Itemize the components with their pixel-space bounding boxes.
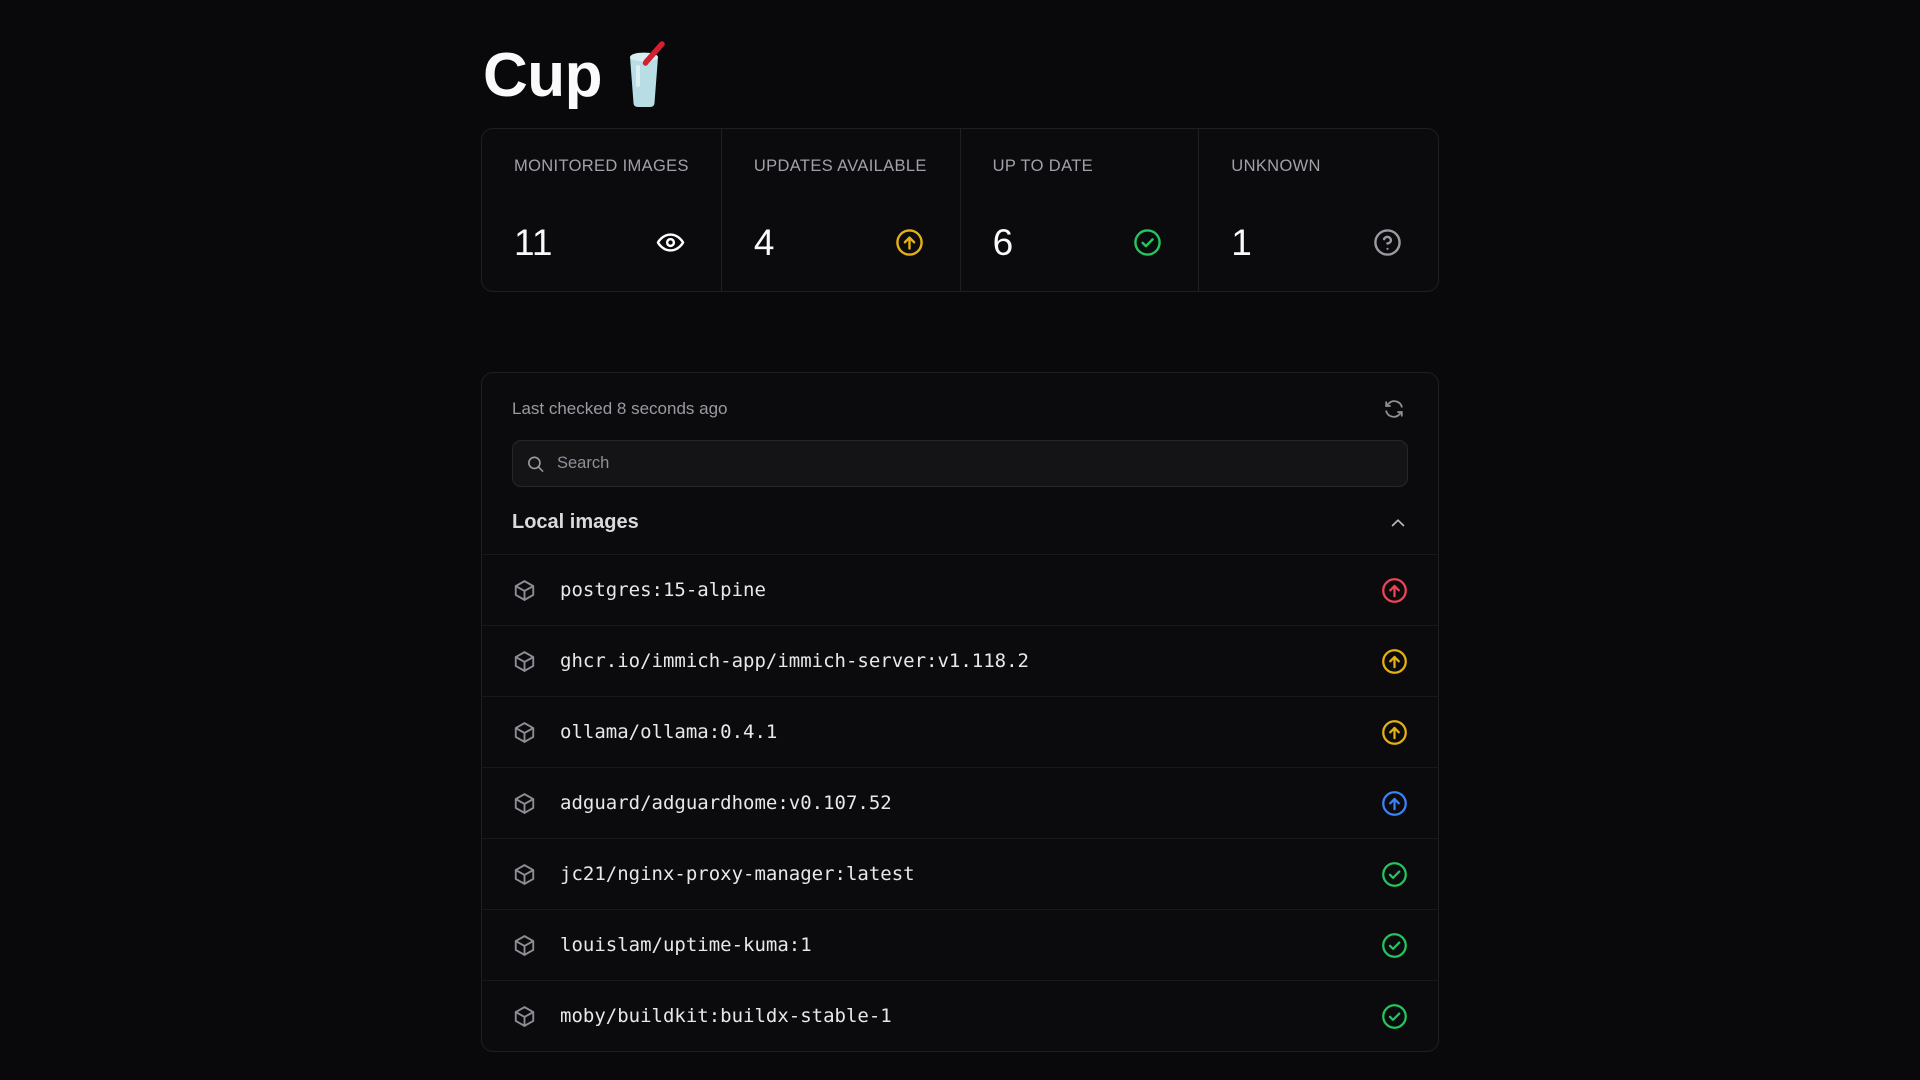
stat-body: 11 [514,224,689,261]
panel-top: Last checked 8 seconds ago [482,373,1438,487]
app-header: Cup [481,28,1439,124]
app-root: Cup MONITORED IMAGES 11 UPDATES AVAILABL… [0,0,1920,1080]
page-title: Cup [483,41,603,110]
circle-check-icon[interactable] [1381,1003,1408,1030]
refresh-button[interactable] [1380,395,1408,423]
image-name: postgres:15-alpine [560,579,766,601]
image-name: louislam/uptime-kuma:1 [560,934,812,956]
circle-arrow-up-icon[interactable] [1381,648,1408,675]
group-title: Local images [512,511,639,533]
box-icon [512,649,537,674]
box-icon [512,1004,537,1029]
box-icon [512,578,537,603]
image-row-1[interactable]: ghcr.io/immich-app/immich-server:v1.118.… [482,625,1438,696]
cup-with-straw-emoji-icon [616,41,672,111]
page-container: Cup MONITORED IMAGES 11 UPDATES AVAILABL… [481,0,1439,1052]
panel-top-row: Last checked 8 seconds ago [512,395,1408,423]
circle-arrow-up-icon[interactable] [1381,790,1408,817]
stat-card-up-to-date: UP TO DATE 6 [961,129,1200,291]
group-header-local-images[interactable]: Local images [482,487,1438,554]
stat-label: MONITORED IMAGES [514,157,689,175]
image-name: jc21/nginx-proxy-manager:latest [560,863,915,885]
box-icon [512,862,537,887]
stat-label: UP TO DATE [992,157,1093,175]
stat-label: UNKNOWN [1231,157,1321,175]
stat-card-updates-available: UPDATES AVAILABLE 4 [722,129,961,291]
image-row-2[interactable]: ollama/ollama:0.4.1 [482,696,1438,767]
circle-check-icon[interactable] [1381,861,1408,888]
circle-check-icon[interactable] [1381,932,1408,959]
image-row-6[interactable]: moby/buildkit:buildx-stable-1 [482,980,1438,1051]
stat-value: 1 [1231,222,1252,263]
stat-card-monitored-images: MONITORED IMAGES 11 [482,129,722,291]
circle-arrow-up-icon[interactable] [1381,577,1408,604]
stats-row: MONITORED IMAGES 11 UPDATES AVAILABLE 4 [481,128,1439,292]
image-name: ollama/ollama:0.4.1 [560,721,778,743]
image-row-5[interactable]: louislam/uptime-kuma:1 [482,909,1438,980]
image-row-3[interactable]: adguard/adguardhome:v0.107.52 [482,767,1438,838]
stat-card-unknown: UNKNOWN 1 [1199,129,1438,291]
image-name: moby/buildkit:buildx-stable-1 [560,1005,892,1027]
search-input[interactable] [512,440,1408,487]
stat-body: 6 [993,224,1167,261]
search-wrapper [512,440,1408,487]
stat-value: 4 [753,222,775,263]
last-checked-label: Last checked 8 seconds ago [512,399,728,418]
image-row-4[interactable]: jc21/nginx-proxy-manager:latest [482,838,1438,909]
circle-question-icon [1373,228,1402,257]
circle-check-icon [1133,228,1162,257]
circle-arrow-up-icon [895,228,924,257]
refresh-icon [1383,398,1405,420]
circle-arrow-up-icon[interactable] [1381,719,1408,746]
box-icon [512,791,537,816]
stat-body: 1 [1231,224,1406,261]
stat-label: UPDATES AVAILABLE [753,157,927,175]
image-name: ghcr.io/immich-app/immich-server:v1.118.… [560,650,1029,672]
box-icon [512,933,537,958]
image-row-0[interactable]: postgres:15-alpine [482,554,1438,625]
stat-value: 11 [514,222,553,263]
box-icon [512,720,537,745]
images-list: postgres:15-alpine ghcr.io/immich-app/im… [482,554,1438,1051]
images-panel: Last checked 8 seconds ago Search Local … [481,372,1439,1052]
chevron-up-icon[interactable] [1388,513,1408,533]
stat-body: 4 [754,224,928,261]
image-name: adguard/adguardhome:v0.107.52 [560,792,892,814]
eye-icon [656,228,685,257]
stat-value: 6 [992,222,1014,263]
